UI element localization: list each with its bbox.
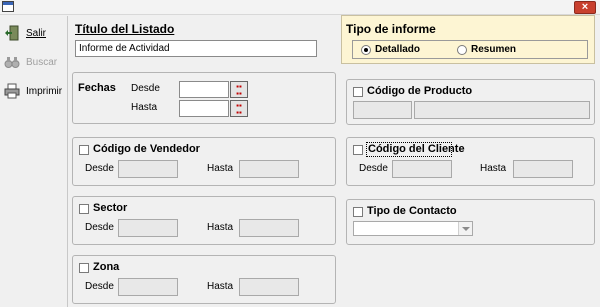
detallado-radio[interactable] bbox=[361, 45, 371, 55]
fechas-label: Fechas bbox=[78, 82, 116, 94]
cliente-hasta-label: Hasta bbox=[480, 163, 507, 174]
sector-hasta-input[interactable] bbox=[239, 219, 299, 237]
detallado-label: Detallado bbox=[375, 44, 421, 55]
zona-group: Zona Desde Hasta bbox=[72, 255, 336, 304]
contacto-checkbox[interactable] bbox=[353, 207, 363, 217]
cliente-label: Código del Cliente bbox=[368, 143, 465, 155]
sector-hasta-label: Hasta bbox=[207, 222, 234, 233]
close-window-button[interactable]: × bbox=[574, 1, 596, 14]
tipo-informe-panel: Tipo de informe Detallado Resumen bbox=[341, 15, 595, 64]
cliente-desde-label: Desde bbox=[359, 163, 388, 174]
titulo-input[interactable]: Informe de Actividad bbox=[75, 40, 317, 57]
contacto-select[interactable] bbox=[353, 221, 473, 236]
fechas-hasta-label: Hasta bbox=[131, 102, 158, 113]
zona-desde-input[interactable] bbox=[118, 278, 178, 296]
sector-group: Sector Desde Hasta bbox=[72, 196, 336, 245]
sector-desde-label: Desde bbox=[85, 222, 114, 233]
vendedor-checkbox[interactable] bbox=[79, 145, 89, 155]
resumen-label: Resumen bbox=[471, 44, 517, 55]
window-app-icon bbox=[2, 1, 14, 12]
binoculars-icon bbox=[4, 54, 20, 70]
titulo-label: Título del Listado bbox=[75, 22, 175, 36]
producto-checkbox[interactable] bbox=[353, 87, 363, 97]
imprimir-label: Imprimir bbox=[26, 85, 63, 97]
producto-hasta-input[interactable] bbox=[414, 101, 590, 119]
calendar-desde-button[interactable]: ▪▪ ▪▪ bbox=[230, 81, 248, 98]
cliente-desde-input[interactable] bbox=[392, 160, 452, 178]
zona-hasta-input[interactable] bbox=[239, 278, 299, 296]
cliente-checkbox[interactable] bbox=[353, 145, 363, 155]
sector-label: Sector bbox=[93, 202, 128, 214]
calendar-icon: ▪▪ ▪▪ bbox=[236, 101, 242, 117]
fecha-desde-input[interactable] bbox=[179, 81, 229, 98]
buscar-button[interactable]: Buscar bbox=[4, 53, 64, 71]
fecha-hasta-input[interactable] bbox=[179, 100, 229, 117]
vendedor-hasta-input[interactable] bbox=[239, 160, 299, 178]
printer-icon bbox=[4, 83, 20, 99]
zona-hasta-label: Hasta bbox=[207, 281, 234, 292]
vendedor-desde-input[interactable] bbox=[118, 160, 178, 178]
cliente-hasta-input[interactable] bbox=[513, 160, 573, 178]
buscar-label: Buscar bbox=[26, 56, 58, 68]
tipo-informe-label: Tipo de informe bbox=[346, 22, 436, 36]
vendedor-group: Código de Vendedor Desde Hasta bbox=[72, 137, 336, 186]
exit-door-icon bbox=[4, 25, 20, 41]
vendedor-hasta-label: Hasta bbox=[207, 163, 234, 174]
fechas-group: Fechas Desde Hasta ▪▪ ▪▪ ▪▪ ▪▪ bbox=[72, 72, 336, 124]
chevron-down-icon[interactable] bbox=[458, 222, 472, 235]
cliente-group: Código del Cliente Desde Hasta bbox=[346, 137, 595, 186]
calendar-hasta-button[interactable]: ▪▪ ▪▪ bbox=[230, 100, 248, 117]
fechas-desde-label: Desde bbox=[131, 83, 160, 94]
toolbar-separator bbox=[67, 16, 68, 307]
window-titlebar: × bbox=[0, 0, 600, 15]
zona-desde-label: Desde bbox=[85, 281, 114, 292]
salir-button[interactable]: Salir bbox=[4, 24, 64, 42]
producto-desde-input[interactable] bbox=[353, 101, 412, 119]
vendedor-label: Código de Vendedor bbox=[93, 143, 200, 155]
zona-checkbox[interactable] bbox=[79, 263, 89, 273]
producto-label: Código de Producto bbox=[367, 85, 473, 97]
producto-group: Código de Producto bbox=[346, 79, 595, 125]
calendar-icon: ▪▪ ▪▪ bbox=[236, 82, 242, 98]
zona-label: Zona bbox=[93, 261, 120, 273]
tipo-informe-options: Detallado Resumen bbox=[352, 40, 588, 59]
sector-checkbox[interactable] bbox=[79, 204, 89, 214]
contacto-label: Tipo de Contacto bbox=[367, 205, 457, 217]
resumen-radio[interactable] bbox=[457, 45, 467, 55]
vendedor-desde-label: Desde bbox=[85, 163, 114, 174]
imprimir-button[interactable]: Imprimir bbox=[4, 82, 64, 100]
salir-label: Salir bbox=[26, 27, 47, 39]
contacto-group: Tipo de Contacto bbox=[346, 199, 595, 245]
sector-desde-input[interactable] bbox=[118, 219, 178, 237]
